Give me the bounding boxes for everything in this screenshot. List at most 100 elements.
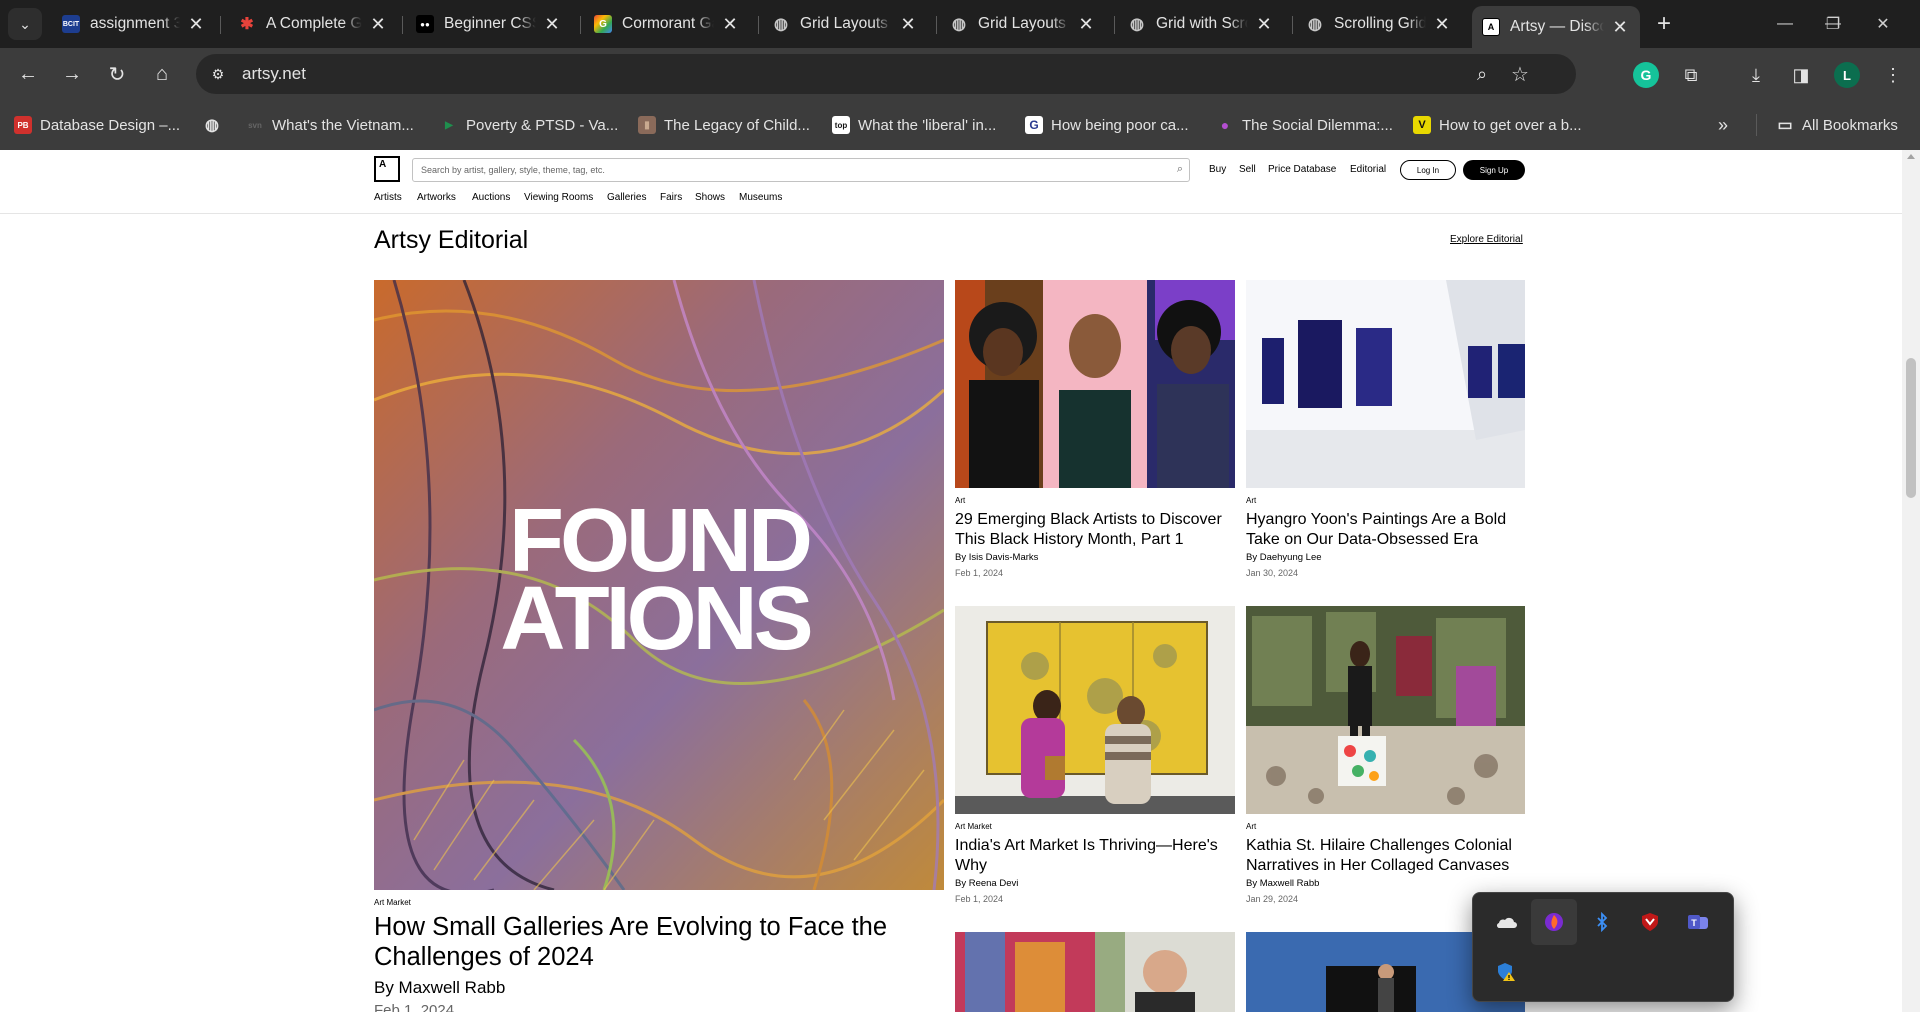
tab-4[interactable]: ◍ Grid Layouts ✕ [762, 6, 928, 42]
tab-1[interactable]: ✱ A Complete Guide ✕ [228, 6, 398, 42]
subnav-artists[interactable]: Artists [374, 192, 402, 203]
feature-title[interactable]: How Small Galleries Are Evolving to Face… [374, 912, 934, 972]
scroll-up-icon[interactable] [1907, 154, 1915, 159]
close-window-icon[interactable]: ✕ [1860, 8, 1906, 40]
bookmark-4[interactable]: ▮ The Legacy of Child... [638, 114, 810, 136]
side-panel-icon[interactable]: ◨ [1788, 62, 1814, 88]
card-image-2[interactable] [955, 606, 1235, 814]
globe-icon: ◍ [1130, 16, 1144, 33]
card-category-3: Art [1246, 822, 1257, 831]
subnav-galleries[interactable]: Galleries [607, 192, 646, 203]
scroll-thumb[interactable] [1906, 358, 1916, 498]
onedrive-icon[interactable] [1483, 899, 1529, 945]
page-scrollbar[interactable] [1902, 150, 1920, 1012]
card-title-1[interactable]: Hyangro Yoon's Paintings Are a Bold Take… [1246, 510, 1531, 550]
nav-price-database[interactable]: Price Database [1268, 164, 1336, 175]
close-icon[interactable]: ✕ [898, 14, 918, 34]
address-bar[interactable]: ⚙ artsy.net ⌕ ☆ [196, 54, 1576, 94]
close-icon[interactable]: ✕ [186, 14, 206, 34]
reload-icon[interactable]: ↻ [103, 60, 131, 88]
bookmark-6[interactable]: G How being poor ca... [1025, 114, 1189, 136]
bookmark-5[interactable]: top What the 'liberal' in... [832, 114, 996, 136]
download-icon[interactable]: ⤓ [1743, 62, 1769, 88]
close-icon[interactable]: ✕ [1076, 14, 1096, 34]
zoom-icon[interactable]: ⌕ [1470, 62, 1494, 86]
close-icon[interactable]: ✕ [720, 14, 740, 34]
back-icon[interactable]: ← [14, 60, 42, 88]
tab-2[interactable]: ●● Beginner CSS ✕ [406, 6, 572, 42]
extensions-icon[interactable]: ⧉ [1678, 62, 1704, 88]
tab-6[interactable]: ◍ Grid with Scroll ✕ [1118, 6, 1284, 42]
search-icon[interactable]: ⌕ [1177, 163, 1183, 176]
feature-author[interactable]: By Maxwell Rabb [374, 978, 505, 998]
card-author-0[interactable]: By Isis Davis-Marks [955, 552, 1038, 563]
flame-app-icon[interactable] [1531, 899, 1577, 945]
card-image-1[interactable] [1246, 280, 1525, 488]
subnav-artworks[interactable]: Artworks [417, 192, 456, 203]
card-date-2: Feb 1, 2024 [955, 894, 1004, 904]
card-author-1[interactable]: By Daehyung Lee [1246, 552, 1322, 563]
forward-icon[interactable]: → [58, 60, 86, 88]
defender-warning-icon[interactable] [1483, 949, 1529, 995]
nav-buy[interactable]: Buy [1209, 164, 1226, 175]
subnav-shows[interactable]: Shows [695, 192, 725, 203]
close-icon[interactable]: ✕ [368, 14, 388, 34]
card-image-0[interactable] [955, 280, 1235, 488]
site-info-icon[interactable]: ⚙ [208, 64, 228, 84]
all-bookmarks[interactable]: ▭ All Bookmarks [1776, 114, 1897, 136]
card-author-2[interactable]: By Reena Devi [955, 878, 1018, 889]
close-icon[interactable]: ✕ [1610, 17, 1630, 37]
home-icon[interactable]: ⌂ [148, 60, 176, 88]
close-icon[interactable]: ✕ [1432, 14, 1452, 34]
system-tray-flyout: T [1472, 892, 1734, 1002]
new-tab-icon[interactable]: + [1650, 10, 1678, 38]
bookmark-8[interactable]: V How to get over a b... [1413, 114, 1582, 136]
subnav-auctions[interactable]: Auctions [472, 192, 510, 203]
restore-window-icon[interactable]: ❐ [1810, 8, 1856, 40]
bookmark-7[interactable]: ● The Social Dilemma:... [1216, 114, 1393, 136]
grammarly-icon[interactable]: G [1633, 62, 1659, 88]
bookmark-2[interactable]: svn What's the Vietnam... [246, 114, 414, 136]
subnav-fairs[interactable]: Fairs [660, 192, 682, 203]
nav-editorial[interactable]: Editorial [1350, 164, 1386, 175]
feature-image[interactable]: FOUND ATIONS [374, 280, 944, 890]
minimize-window-icon[interactable]: — [1762, 8, 1808, 40]
site-search[interactable]: ⌕ [412, 158, 1190, 182]
mcafee-icon[interactable] [1627, 899, 1673, 945]
bookmark-3[interactable]: ▶ Poverty & PTSD - Va... [440, 114, 618, 136]
bluetooth-icon[interactable] [1579, 899, 1625, 945]
tab-search-icon[interactable]: ⌄ [8, 8, 42, 40]
artsy-logo[interactable]: A [374, 156, 400, 182]
card-title-2[interactable]: India's Art Market Is Thriving—Here's Wh… [955, 836, 1240, 876]
tab-5[interactable]: ◍ Grid Layouts ✕ [940, 6, 1106, 42]
close-icon[interactable]: ✕ [1254, 14, 1274, 34]
bookmark-1[interactable]: ◍ [203, 114, 221, 136]
subnav-viewing-rooms[interactable]: Viewing Rooms [524, 192, 593, 203]
card-image-3[interactable] [1246, 606, 1525, 814]
globe-icon: ◍ [952, 16, 966, 33]
tab-0[interactable]: BCIT assignment 3 ✕ [52, 6, 216, 42]
card-image-4[interactable] [955, 932, 1235, 1012]
teams-icon[interactable]: T [1675, 899, 1721, 945]
tab-8-active[interactable]: A Artsy — Discover ✕ [1472, 6, 1640, 48]
search-input[interactable] [413, 159, 1153, 181]
tab-3[interactable]: G Cormorant Garamond ✕ [584, 6, 750, 42]
card-title-3[interactable]: Kathia St. Hilaire Challenges Colonial N… [1246, 836, 1531, 876]
card-title-0[interactable]: 29 Emerging Black Artists to Discover Th… [955, 510, 1240, 550]
bookmark-label: The Legacy of Child... [664, 116, 810, 134]
login-button[interactable]: Log In [1400, 160, 1456, 180]
more-bookmarks-icon[interactable]: » [1718, 114, 1728, 136]
profile-avatar[interactable]: L [1834, 62, 1860, 88]
card-author-3[interactable]: By Maxwell Rabb [1246, 878, 1319, 889]
tab-7[interactable]: ◍ Scrolling Grid ✕ [1296, 6, 1462, 42]
subnav-museums[interactable]: Museums [739, 192, 782, 203]
bookmark-0[interactable]: PB Database Design –... [14, 114, 180, 136]
explore-editorial-link[interactable]: Explore Editorial [1450, 234, 1523, 245]
menu-kebab-icon[interactable]: ⋮ [1880, 62, 1906, 88]
close-icon[interactable]: ✕ [542, 14, 562, 34]
url-text[interactable]: artsy.net [242, 64, 306, 84]
bookmark-star-icon[interactable]: ☆ [1508, 62, 1532, 86]
nav-sell[interactable]: Sell [1239, 164, 1256, 175]
signup-button[interactable]: Sign Up [1463, 160, 1525, 180]
pin-icon: ● [1220, 117, 1230, 133]
